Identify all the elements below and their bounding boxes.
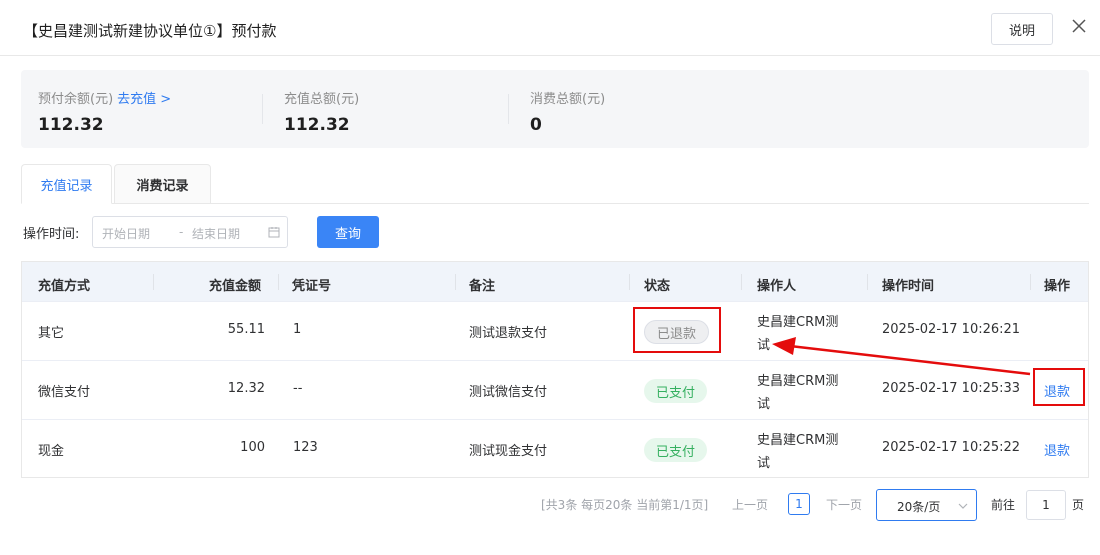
date-range-separator: -	[179, 225, 184, 239]
page-size-select[interactable]: 20条/页	[876, 489, 977, 521]
column-divider	[629, 274, 630, 290]
pagination-info: [共3条 每页20条 当前第1/1页]	[541, 498, 709, 512]
column-divider	[153, 274, 154, 290]
method-cell: 其它	[38, 326, 65, 341]
next-page-button[interactable]: 下一页	[826, 496, 862, 528]
summary-panel: 预付余额(元) 去充值 > 112.32 充值总额(元) 112.32 消费总额(…	[21, 70, 1089, 148]
note-cell: 测试退款支付	[469, 326, 548, 341]
dialog-header: 【史昌建测试新建协议单位①】预付款 说明	[0, 0, 1100, 56]
column-header: 操作人	[757, 279, 797, 294]
balance-summary: 预付余额(元) 去充值 > 112.32	[38, 88, 171, 135]
close-icon[interactable]	[1070, 17, 1088, 35]
amount-cell: 100	[240, 440, 265, 455]
recharge-total-label: 充值总额(元)	[284, 92, 360, 107]
date-range-picker[interactable]: 开始日期 - 结束日期	[92, 216, 288, 248]
balance-label: 预付余额(元)	[38, 92, 114, 107]
method-cell: 微信支付	[38, 385, 91, 400]
annotation-box-refund	[1033, 368, 1085, 406]
amount-cell: 12.32	[227, 381, 265, 396]
summary-divider	[508, 94, 509, 124]
recharge-total-value: 112.32	[284, 115, 350, 135]
time-cell: 2025-02-17 10:25:22	[882, 440, 1021, 455]
calendar-icon[interactable]	[268, 226, 280, 238]
column-header: 备注	[469, 279, 496, 294]
end-date-input[interactable]: 结束日期	[192, 225, 240, 242]
tab-consume-records[interactable]: 消费记录	[114, 164, 211, 204]
voucher-cell: 123	[293, 440, 318, 455]
column-header: 充值方式	[38, 279, 91, 294]
column-divider	[278, 274, 279, 290]
operator-cell: 史昌建CRM测	[757, 374, 839, 389]
method-cell: 现金	[38, 444, 65, 459]
table-row: 现金 100 123 测试现金支付 已支付 史昌建CRM测 试 2025-02-…	[22, 419, 1088, 478]
balance-value: 112.32	[38, 115, 104, 135]
consume-total-summary: 消费总额(元) 0	[530, 88, 605, 135]
recharge-table: 充值方式 充值金额 凭证号 备注 状态 操作人 操作时间 操作 其它 55.11…	[21, 261, 1089, 478]
operator-cell-wrap: 试	[757, 456, 771, 471]
column-divider	[455, 274, 456, 290]
time-cell: 2025-02-17 10:25:33	[882, 381, 1021, 396]
consume-total-label: 消费总额(元)	[530, 92, 606, 107]
page-size-value: 20条/页	[897, 500, 941, 514]
operator-cell: 史昌建CRM测	[757, 315, 839, 330]
column-header: 状态	[644, 279, 671, 294]
query-button[interactable]: 查询	[317, 216, 379, 248]
operator-cell-wrap: 试	[757, 338, 771, 353]
chevron-down-icon	[958, 503, 968, 509]
column-divider	[741, 274, 742, 290]
voucher-cell: --	[293, 381, 303, 396]
tab-recharge-records[interactable]: 充值记录	[21, 164, 112, 204]
prev-page-button[interactable]: 上一页	[732, 496, 768, 528]
page-suffix: 页	[1072, 498, 1085, 512]
status-badge: 已支付	[644, 438, 708, 462]
operator-cell-wrap: 试	[757, 397, 771, 412]
note-cell: 测试现金支付	[469, 444, 548, 459]
table-row: 微信支付 12.32 -- 测试微信支付 已支付 史昌建CRM测 试 2025-…	[22, 360, 1088, 419]
page-number-1[interactable]: 1	[788, 493, 810, 515]
table-header: 充值方式 充值金额 凭证号 备注 状态 操作人 操作时间 操作	[22, 262, 1088, 302]
voucher-cell: 1	[293, 322, 302, 337]
goto-page-input[interactable]: 1	[1026, 490, 1066, 520]
dialog-title: 【史昌建测试新建协议单位①】预付款	[23, 22, 277, 40]
time-cell: 2025-02-17 10:26:21	[882, 322, 1021, 337]
goto-label: 前往	[991, 498, 1016, 512]
note-cell: 测试微信支付	[469, 385, 548, 400]
column-header: 操作	[1044, 279, 1071, 294]
filter-bar: 操作时间: 开始日期 - 结束日期 查询	[23, 216, 379, 248]
column-header: 凭证号	[292, 279, 332, 294]
column-divider	[867, 274, 868, 290]
record-tabs: 充值记录 消费记录	[21, 164, 1089, 204]
status-badge: 已支付	[644, 379, 708, 403]
consume-total-value: 0	[530, 115, 542, 135]
operator-cell: 史昌建CRM测	[757, 433, 839, 448]
column-header: 操作时间	[882, 279, 935, 294]
prepayment-dialog: 【史昌建测试新建协议单位①】预付款 说明 预付余额(元) 去充值 > 112.32…	[0, 0, 1100, 555]
table-row: 其它 55.11 1 测试退款支付 已退款 史昌建CRM测 试 2025-02-…	[22, 301, 1088, 360]
recharge-link[interactable]: 去充值 >	[117, 92, 171, 107]
filter-label: 操作时间:	[23, 226, 80, 242]
column-header: 充值金额	[209, 279, 262, 294]
amount-cell: 55.11	[227, 322, 265, 337]
refund-link[interactable]: 退款	[1044, 440, 1070, 459]
annotation-box-status	[633, 307, 721, 353]
start-date-input[interactable]: 开始日期	[102, 225, 150, 242]
column-divider	[1030, 274, 1031, 290]
recharge-total-summary: 充值总额(元) 112.32	[284, 88, 359, 135]
summary-divider	[262, 94, 263, 124]
explain-button[interactable]: 说明	[991, 13, 1053, 45]
